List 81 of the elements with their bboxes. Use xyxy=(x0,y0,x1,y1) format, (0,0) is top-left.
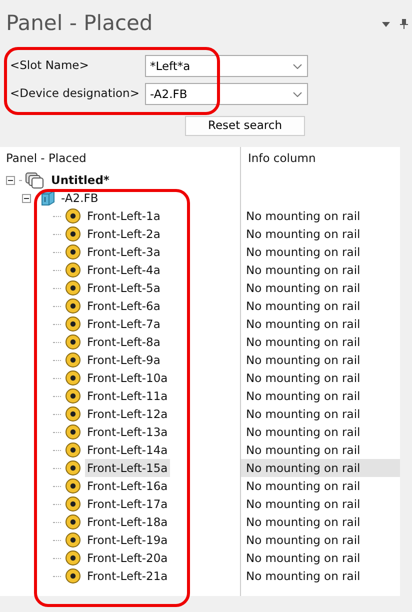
tree-item[interactable]: Front-Left-13a xyxy=(85,423,170,441)
dropdown-icon[interactable] xyxy=(382,22,390,26)
info-cell-text: No mounting on rail xyxy=(245,514,362,531)
tree-item[interactable]: Front-Left-7a xyxy=(85,315,162,333)
terminal-icon xyxy=(65,388,81,404)
tree-item[interactable]: Front-Left-10a xyxy=(85,369,170,387)
info-cell-text: No mounting on rail xyxy=(245,316,362,333)
panel-title: Panel - Placed xyxy=(6,10,153,38)
terminal-icon xyxy=(65,298,81,314)
terminal-icon xyxy=(65,532,81,548)
info-cell-text: No mounting on rail xyxy=(245,334,362,351)
field-label: <Device designation> xyxy=(10,85,140,102)
terminal-icon xyxy=(65,316,81,332)
collapse-icon[interactable] xyxy=(6,176,15,184)
info-cell-text: No mounting on rail xyxy=(245,352,362,369)
info-cell-text: No mounting on rail xyxy=(245,406,362,423)
terminal-icon xyxy=(65,208,81,224)
cabinet-icon xyxy=(41,190,55,206)
tree-item[interactable]: Front-Left-20a xyxy=(85,549,170,567)
info-cell-text: No mounting on rail xyxy=(245,244,362,261)
info-cell-text: No mounting on rail xyxy=(245,208,362,225)
terminal-icon xyxy=(65,460,81,476)
tree-item[interactable]: Front-Left-14a xyxy=(85,441,170,459)
info-cell-text: No mounting on rail xyxy=(245,532,362,549)
info-cell-text: No mounting on rail xyxy=(245,496,362,513)
tree-item[interactable]: Front-Left-16a xyxy=(85,477,170,495)
info-cell-text: No mounting on rail xyxy=(245,550,362,567)
info-cell-text: No mounting on rail xyxy=(245,262,362,279)
terminal-icon xyxy=(65,352,81,368)
info-cell-text: No mounting on rail xyxy=(245,298,362,315)
tree-item[interactable]: Front-Left-21a xyxy=(85,567,170,585)
tree-item[interactable]: Front-Left-18a xyxy=(85,513,170,531)
tree-item[interactable]: Front-Left-5a xyxy=(85,279,162,297)
terminal-icon xyxy=(65,226,81,242)
info-cell-text: No mounting on rail xyxy=(245,442,362,459)
reset-search-button[interactable]: Reset search xyxy=(185,116,305,136)
column-header[interactable]: Info column xyxy=(240,147,316,171)
tree-item[interactable]: Untitled* xyxy=(49,171,112,189)
tree-item[interactable]: Front-Left-1a xyxy=(85,207,162,225)
pin-icon[interactable] xyxy=(400,19,408,29)
column-header[interactable]: Panel - Placed xyxy=(0,150,240,168)
terminal-icon xyxy=(65,496,81,512)
info-cell-text: No mounting on rail xyxy=(245,388,362,405)
terminal-icon xyxy=(65,334,81,350)
tree-item[interactable]: Front-Left-15a xyxy=(85,459,170,477)
chevron-icon xyxy=(293,64,302,69)
info-cell-text: No mounting on rail xyxy=(245,424,362,441)
tree-item[interactable]: Front-Left-6a xyxy=(85,297,162,315)
chevron-icon xyxy=(293,92,302,97)
combo-field[interactable]: -A2.FB xyxy=(145,83,308,105)
collapse-icon[interactable] xyxy=(22,194,31,202)
tree-item[interactable]: Front-Left-19a xyxy=(85,531,170,549)
terminal-icon xyxy=(65,244,81,260)
tree-item[interactable]: Front-Left-12a xyxy=(85,405,170,423)
info-cell-text: No mounting on rail xyxy=(245,226,362,243)
info-cell: No mounting on rail xyxy=(240,459,400,477)
tree-item[interactable]: -A2.FB xyxy=(59,189,100,207)
terminal-icon xyxy=(65,424,81,440)
terminal-icon xyxy=(65,280,81,296)
tree-item[interactable]: Front-Left-4a xyxy=(85,261,162,279)
terminal-icon xyxy=(65,514,81,530)
terminal-icon xyxy=(65,568,81,584)
terminal-icon xyxy=(65,262,81,278)
tree-item[interactable]: Front-Left-11a xyxy=(85,387,170,405)
terminal-icon xyxy=(65,550,81,566)
tree-item[interactable]: Front-Left-8a xyxy=(85,333,162,351)
info-cell-text: No mounting on rail xyxy=(245,280,362,297)
terminal-icon xyxy=(65,478,81,494)
tree-item[interactable]: Front-Left-3a xyxy=(85,243,162,261)
terminal-icon xyxy=(65,442,81,458)
tree-item[interactable]: Front-Left-2a xyxy=(85,225,162,243)
info-cell-text: No mounting on rail xyxy=(245,370,362,387)
terminal-icon xyxy=(65,370,81,386)
info-cell-text: No mounting on rail xyxy=(245,568,362,585)
info-cell-text: No mounting on rail xyxy=(245,478,362,495)
combo-field[interactable]: *Left*a xyxy=(145,55,308,77)
field-label: <Slot Name> xyxy=(10,57,90,74)
tree-item[interactable]: Front-Left-17a xyxy=(85,495,170,513)
stacked-pages-icon xyxy=(25,172,45,188)
terminal-icon xyxy=(65,406,81,422)
tree-item[interactable]: Front-Left-9a xyxy=(85,351,162,369)
